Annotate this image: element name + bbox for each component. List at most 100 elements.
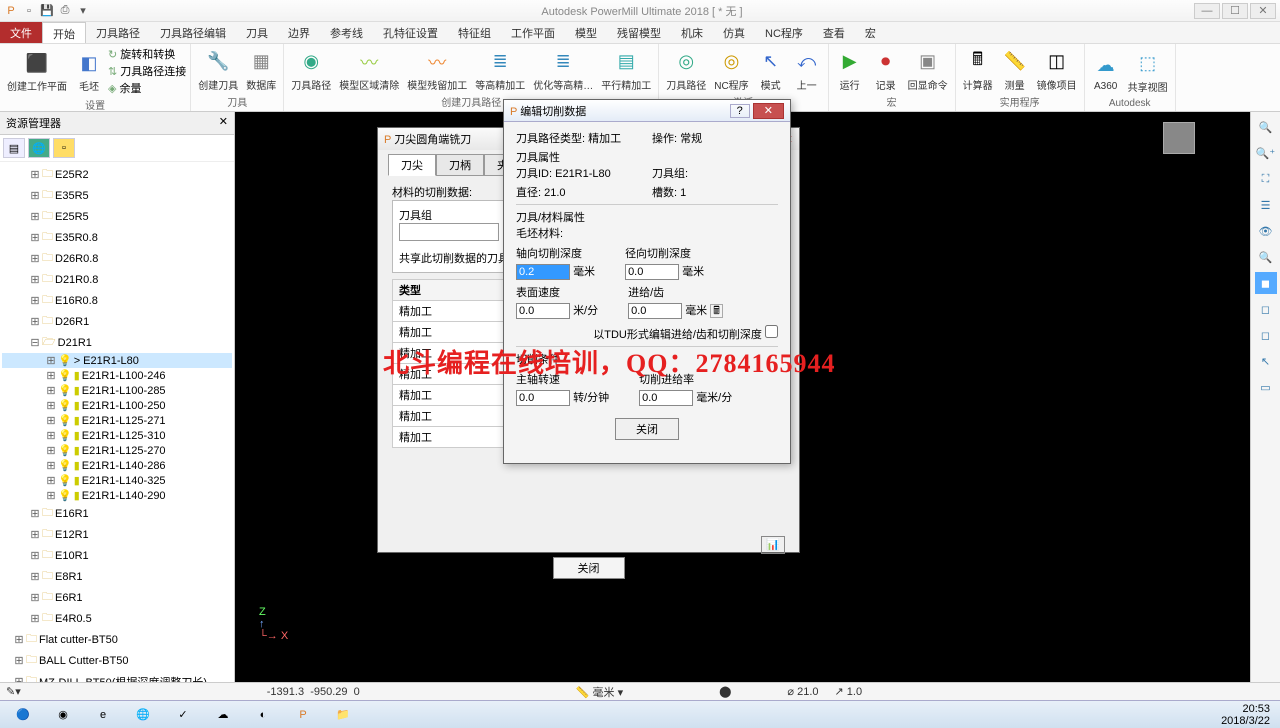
- tree-node[interactable]: ⊞🗀 D26R0.8: [2, 248, 232, 269]
- tab-toolpath-edit[interactable]: 刀具路径编辑: [150, 22, 236, 43]
- print-icon[interactable]: ⎙: [58, 4, 72, 18]
- tree-node[interactable]: ⊞🗀 E12R1: [2, 524, 232, 545]
- exp-btn-2[interactable]: 🌐: [28, 138, 50, 158]
- tb-app8[interactable]: 📁: [324, 703, 362, 727]
- tdu-checkbox[interactable]: [765, 325, 778, 338]
- dlg1-close-button[interactable]: 关闭: [553, 557, 625, 579]
- tree-node[interactable]: ⊟🗁 D21R1: [2, 332, 232, 353]
- tab-boundary[interactable]: 边界: [278, 22, 320, 43]
- tab-simulate[interactable]: 仿真: [713, 22, 755, 43]
- toolgroup-combo[interactable]: [399, 223, 499, 241]
- btn-create-workplane[interactable]: ⬛创建工作平面: [4, 48, 70, 94]
- cutting-feed-input[interactable]: [639, 390, 693, 406]
- tab-nc[interactable]: NC程序: [755, 22, 813, 43]
- rt-select-icon[interactable]: ▭: [1255, 376, 1277, 398]
- calc-icon[interactable]: 🖩: [710, 304, 723, 318]
- dlg1-tab-tip[interactable]: 刀尖: [388, 154, 436, 176]
- system-clock[interactable]: 20:532018/3/22: [1221, 703, 1276, 727]
- tb-app1[interactable]: ◉: [44, 703, 82, 727]
- tb-app2[interactable]: e: [84, 703, 122, 727]
- tab-tools[interactable]: 刀具: [236, 22, 278, 43]
- tree-node[interactable]: ⊞🗀 E10R1: [2, 545, 232, 566]
- btn-raster[interactable]: ▤平行精加工: [598, 47, 654, 93]
- btn-run[interactable]: ▶运行: [833, 47, 867, 93]
- tree-node[interactable]: ⊞💡 ▮ E21R1-L125-310: [2, 428, 232, 443]
- rt-wire-icon[interactable]: ◻: [1255, 298, 1277, 320]
- btn-calc[interactable]: 🖩计算器: [960, 47, 996, 93]
- rt-layer-icon[interactable]: ☰: [1255, 194, 1277, 216]
- tb-app3[interactable]: 🌐: [124, 703, 162, 727]
- radial-depth-input[interactable]: [625, 264, 679, 280]
- tb-app7[interactable]: P: [284, 703, 322, 727]
- dlg1-chart-icon[interactable]: 📊: [761, 536, 785, 554]
- btn-constz[interactable]: ≣等高精加工: [472, 47, 528, 93]
- rt-eye-icon[interactable]: 👁: [1255, 220, 1277, 242]
- btn-allowance[interactable]: ◈余量: [108, 80, 186, 96]
- tab-hole[interactable]: 孔特征设置: [373, 22, 448, 43]
- maximize-button[interactable]: ☐: [1222, 3, 1248, 19]
- tree-node[interactable]: ⊞💡 ▮ E21R1-L140-290: [2, 488, 232, 503]
- tree-node[interactable]: ⊞💡 ▮ E21R1-L140-325: [2, 473, 232, 488]
- btn-share[interactable]: ⬚共享视图: [1125, 49, 1171, 95]
- tree-node[interactable]: ⊞🗀 MZ-DILL-BT50(根据深度调整刀长): [2, 671, 232, 682]
- btn-mirror[interactable]: ◫镜像项目: [1034, 47, 1080, 93]
- tree-node[interactable]: ⊞🗀 D26R1: [2, 311, 232, 332]
- tree-node[interactable]: ⊞🗀 E8R1: [2, 566, 232, 587]
- close-button[interactable]: ✕: [1250, 3, 1276, 19]
- tab-view[interactable]: 查看: [813, 22, 855, 43]
- tree-node[interactable]: ⊞🗀 D21R0.8: [2, 269, 232, 290]
- tab-workplane[interactable]: 工作平面: [501, 22, 565, 43]
- tree-node[interactable]: ⊞🗀 E4R0.5: [2, 608, 232, 629]
- tab-stock[interactable]: 残留模型: [607, 22, 671, 43]
- tree-node[interactable]: ⊞💡 ▮ E21R1-L100-246: [2, 368, 232, 383]
- btn-create-tool[interactable]: 🔧创建刀具: [195, 47, 241, 93]
- tree-node[interactable]: ⊞🗀 Flat cutter-BT50: [2, 629, 232, 650]
- tree-node[interactable]: ⊞💡 ▮ E21R1-L140-286: [2, 458, 232, 473]
- tab-start[interactable]: 开始: [42, 22, 86, 43]
- save-icon[interactable]: 💾: [40, 4, 54, 18]
- btn-connect[interactable]: ⇅刀具路径连接: [108, 63, 186, 79]
- btn-rotate[interactable]: ↻旋转和转换: [108, 46, 186, 62]
- tb-app4[interactable]: ✓: [164, 703, 202, 727]
- dlg2-help-icon[interactable]: ?: [730, 104, 750, 118]
- tb-app6[interactable]: ◐: [244, 703, 282, 727]
- btn-act-nc[interactable]: ◎NC程序: [711, 47, 751, 93]
- btn-act-toolpath[interactable]: ◎刀具路径: [663, 47, 709, 93]
- dropdown-icon[interactable]: ▾: [76, 4, 90, 18]
- btn-measure[interactable]: 📏测量: [998, 47, 1032, 93]
- tab-machine[interactable]: 机床: [671, 22, 713, 43]
- tree-node[interactable]: ⊞🗀 E25R2: [2, 164, 232, 185]
- tree-node[interactable]: ⊞💡 ▮ E21R1-L125-270: [2, 443, 232, 458]
- tree-node[interactable]: ⊞💡 ▮ E21R1-L100-250: [2, 398, 232, 413]
- rt-home-icon[interactable]: 🔍: [1255, 116, 1277, 138]
- new-icon[interactable]: ▫: [22, 4, 36, 18]
- btn-a360[interactable]: ☁A360: [1089, 51, 1123, 93]
- tree-node[interactable]: ⊞🗀 E16R0.8: [2, 290, 232, 311]
- tree-node[interactable]: ⊞🗀 E16R1: [2, 503, 232, 524]
- btn-prev[interactable]: ⤺上一: [790, 47, 824, 93]
- explorer-tree[interactable]: ⊞🗀 E25R2⊞🗀 E35R5⊞🗀 E25R5⊞🗀 E35R0.8⊞🗀 D26…: [0, 162, 234, 682]
- btn-record[interactable]: ⏺记录: [869, 47, 903, 93]
- tree-node[interactable]: ⊞💡 > E21R1-L80: [2, 353, 232, 368]
- surface-speed-input[interactable]: [516, 303, 570, 319]
- tab-model[interactable]: 模型: [565, 22, 607, 43]
- btn-echo[interactable]: ▣回显命令: [905, 47, 951, 93]
- rt-fit-icon[interactable]: ⛶: [1255, 168, 1277, 190]
- rt-zoom-icon[interactable]: 🔍⁺: [1255, 142, 1277, 164]
- dlg2-close-icon[interactable]: ✕: [753, 103, 784, 119]
- tree-node[interactable]: ⊞🗀 BALL Cutter-BT50: [2, 650, 232, 671]
- tree-node[interactable]: ⊞🗀 E35R5: [2, 185, 232, 206]
- rt-wire2-icon[interactable]: ◻: [1255, 324, 1277, 346]
- tab-file[interactable]: 文件: [0, 22, 42, 43]
- minimize-button[interactable]: —: [1194, 3, 1220, 19]
- rt-search-icon[interactable]: 🔍: [1255, 246, 1277, 268]
- btn-mode[interactable]: ↖模式: [754, 47, 788, 93]
- tab-macro[interactable]: 宏: [855, 22, 886, 43]
- btn-block[interactable]: ◧毛坯: [72, 48, 106, 94]
- rt-cursor-icon[interactable]: ↖: [1255, 350, 1277, 372]
- tree-node[interactable]: ⊞💡 ▮ E21R1-L125-271: [2, 413, 232, 428]
- view-cube[interactable]: [1163, 122, 1195, 154]
- btn-toolpath[interactable]: ◉刀具路径: [288, 47, 334, 93]
- tab-reference[interactable]: 参考线: [320, 22, 373, 43]
- btn-database[interactable]: ▦数据库: [243, 47, 279, 93]
